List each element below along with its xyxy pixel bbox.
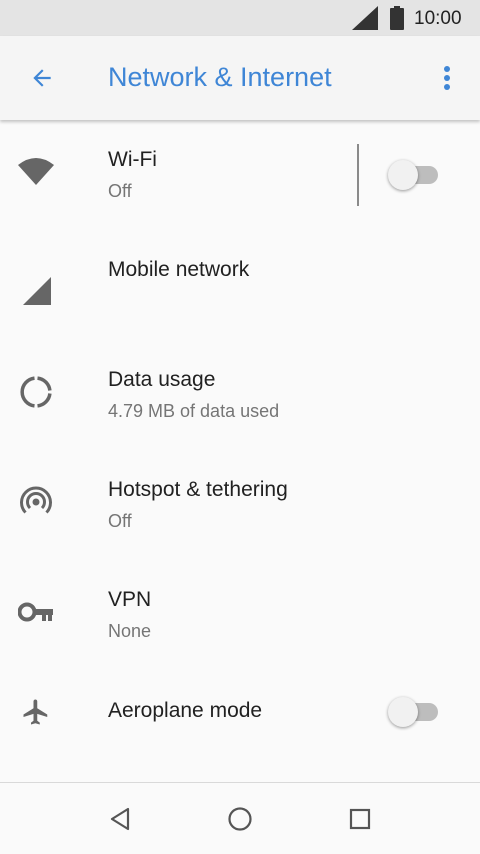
signal-icon xyxy=(352,6,378,30)
item-title: Aeroplane mode xyxy=(108,699,263,722)
item-subtitle: 4.79 MB of data used xyxy=(108,401,280,421)
item-title: VPN xyxy=(108,588,152,611)
list-item-data-usage[interactable]: Data usage 4.79 MB of data used xyxy=(0,340,480,450)
switch-thumb xyxy=(388,697,418,727)
list-item-wifi[interactable]: Wi-Fi Off xyxy=(0,120,480,230)
nav-back-icon xyxy=(110,807,130,831)
list-item-aeroplane-mode[interactable]: Aeroplane mode xyxy=(0,670,480,780)
item-title: Data usage xyxy=(108,368,216,391)
page-title: Network & Internet xyxy=(108,62,332,92)
list-item-vpn[interactable]: VPN None xyxy=(0,560,480,670)
arrow-back-icon xyxy=(33,69,51,87)
item-subtitle: Off xyxy=(108,511,132,531)
nav-home-icon xyxy=(228,807,252,831)
item-subtitle: None xyxy=(108,621,152,641)
battery-icon xyxy=(390,6,404,30)
item-title: Mobile network xyxy=(108,258,250,281)
nav-home-button[interactable] xyxy=(216,795,264,843)
nav-recents-button[interactable] xyxy=(336,795,384,843)
divider xyxy=(357,144,359,206)
app-bar: Network & Internet xyxy=(0,36,480,120)
item-title: Hotspot & tethering xyxy=(108,478,288,501)
wifi-icon xyxy=(16,152,56,192)
hotspot-icon xyxy=(16,482,56,522)
list-item-mobile-network[interactable]: Mobile network xyxy=(0,230,480,340)
more-vert-icon xyxy=(444,66,450,90)
nav-back-button[interactable] xyxy=(96,795,144,843)
status-time: 10:00 xyxy=(414,8,462,29)
back-button[interactable] xyxy=(22,58,62,98)
aeroplane-toggle[interactable] xyxy=(388,695,442,729)
list-item-hotspot[interactable]: Hotspot & tethering Off xyxy=(0,450,480,560)
switch-thumb xyxy=(388,160,418,190)
item-subtitle: Off xyxy=(108,181,132,201)
vpn-key-icon xyxy=(16,592,56,632)
cellular-icon xyxy=(16,270,56,310)
nav-recents-icon xyxy=(349,808,371,830)
wifi-toggle[interactable] xyxy=(388,158,442,192)
status-bar: 10:00 xyxy=(0,0,480,36)
navigation-bar xyxy=(0,782,480,854)
airplane-icon xyxy=(16,692,56,732)
data-usage-icon xyxy=(16,372,56,412)
item-title: Wi-Fi xyxy=(108,148,157,171)
more-options-button[interactable] xyxy=(430,58,464,98)
